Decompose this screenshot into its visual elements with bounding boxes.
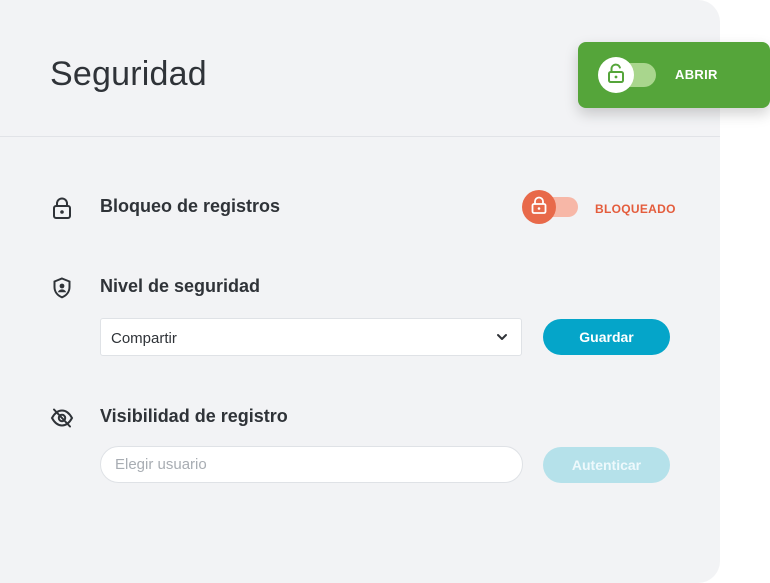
lock-knob-icon xyxy=(531,196,547,219)
record-lock-knob[interactable] xyxy=(522,190,556,224)
choose-user-input[interactable] xyxy=(100,446,523,483)
open-toggle-label: ABRIR xyxy=(675,67,718,82)
chevron-down-icon xyxy=(495,330,509,344)
security-level-label: Nivel de seguridad xyxy=(100,276,261,296)
open-toggle-knob[interactable] xyxy=(598,57,634,93)
lock-status-text: BLOQUEADO xyxy=(595,202,676,216)
security-level-value: Compartir xyxy=(111,330,177,347)
lock-icon xyxy=(50,196,74,220)
open-toggle-panel[interactable]: ABRIR xyxy=(578,42,770,108)
lock-setting-label: Bloqueo de registros xyxy=(100,196,281,216)
shield-user-icon xyxy=(50,276,74,300)
save-button[interactable]: Guardar xyxy=(543,319,670,355)
unlock-icon xyxy=(607,63,625,88)
page-title: Seguridad xyxy=(50,55,207,93)
authenticate-button[interactable]: Autenticar xyxy=(543,447,670,483)
security-level-select[interactable]: Compartir xyxy=(100,318,522,356)
stage: Seguridad Bloqueo de registros BLOQUEADO… xyxy=(0,0,770,583)
visibility-label: Visibilidad de registro xyxy=(100,406,288,426)
record-lock-toggle[interactable] xyxy=(522,190,582,224)
eye-off-icon xyxy=(50,406,74,430)
